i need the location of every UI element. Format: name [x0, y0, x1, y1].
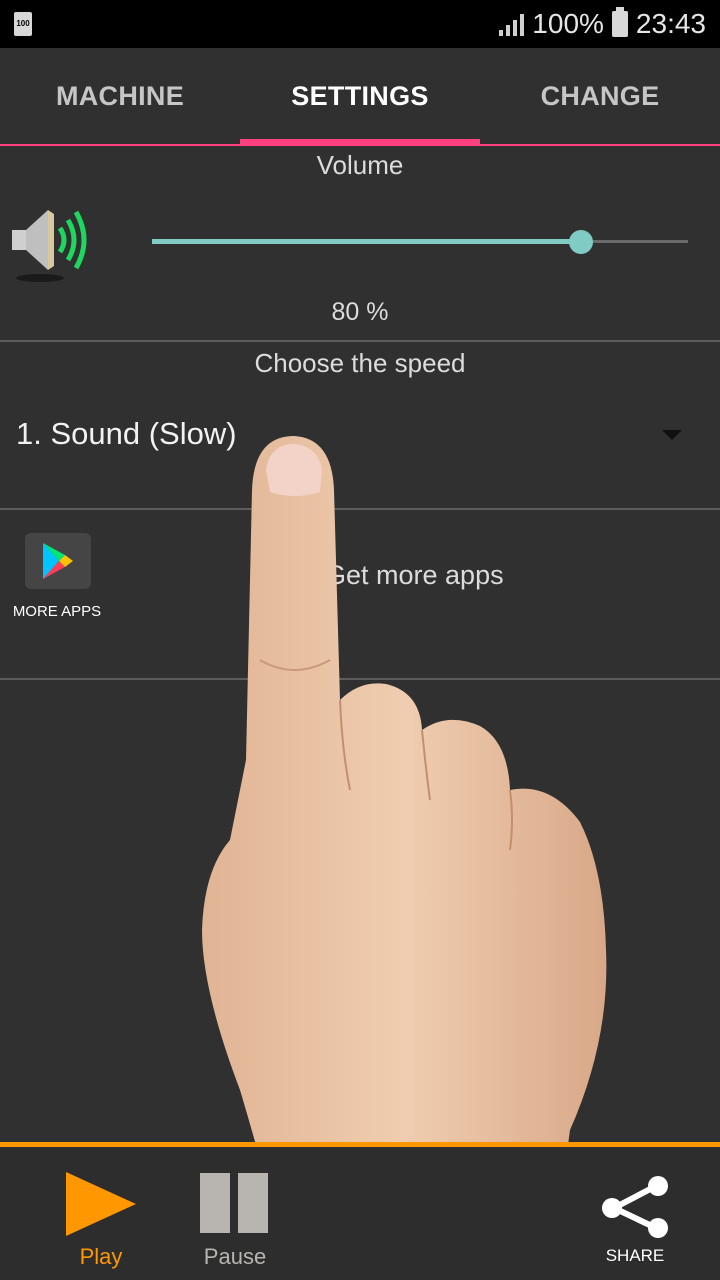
play-icon	[66, 1172, 136, 1236]
status-right: 100% 23:43	[499, 6, 706, 42]
pause-button[interactable]: Pause	[190, 1168, 280, 1276]
battery-small-icon: 100	[14, 12, 32, 36]
speed-title: Choose the speed	[254, 348, 466, 378]
divider	[0, 340, 720, 342]
play-button[interactable]: Play	[56, 1168, 146, 1276]
google-play-icon	[43, 543, 73, 579]
pause-label: Pause	[203, 1244, 267, 1269]
volume-value: 80 %	[331, 298, 389, 326]
volume-slider[interactable]	[152, 226, 688, 258]
tab-bar: MACHINE SETTINGS CHANGE	[0, 48, 720, 144]
tab-settings[interactable]: SETTINGS	[240, 48, 480, 144]
dropdown-arrow-icon[interactable]	[662, 430, 682, 440]
volume-slider-fill	[152, 239, 581, 244]
share-label: SHARE	[605, 1246, 665, 1265]
tab-change[interactable]: CHANGE	[480, 48, 720, 144]
volume-title: Volume	[316, 150, 404, 180]
battery-percent: 100%	[532, 8, 604, 39]
share-icon	[602, 1176, 668, 1238]
more-apps-button[interactable]	[25, 533, 91, 589]
status-bar: 100 100% 23:43	[0, 0, 720, 48]
battery-icon	[611, 7, 628, 37]
tab-divider	[0, 144, 720, 146]
more-apps-label: MORE APPS	[12, 603, 102, 620]
share-button[interactable]: SHARE	[590, 1170, 680, 1270]
tab-machine[interactable]: MACHINE	[0, 48, 240, 144]
pause-icon	[200, 1173, 230, 1233]
speaker-icon	[12, 210, 87, 282]
clock: 23:43	[635, 8, 706, 39]
play-label: Play	[79, 1244, 123, 1269]
pause-icon	[238, 1173, 268, 1233]
volume-slider-thumb[interactable]	[568, 230, 593, 254]
signal-icon	[499, 12, 525, 36]
